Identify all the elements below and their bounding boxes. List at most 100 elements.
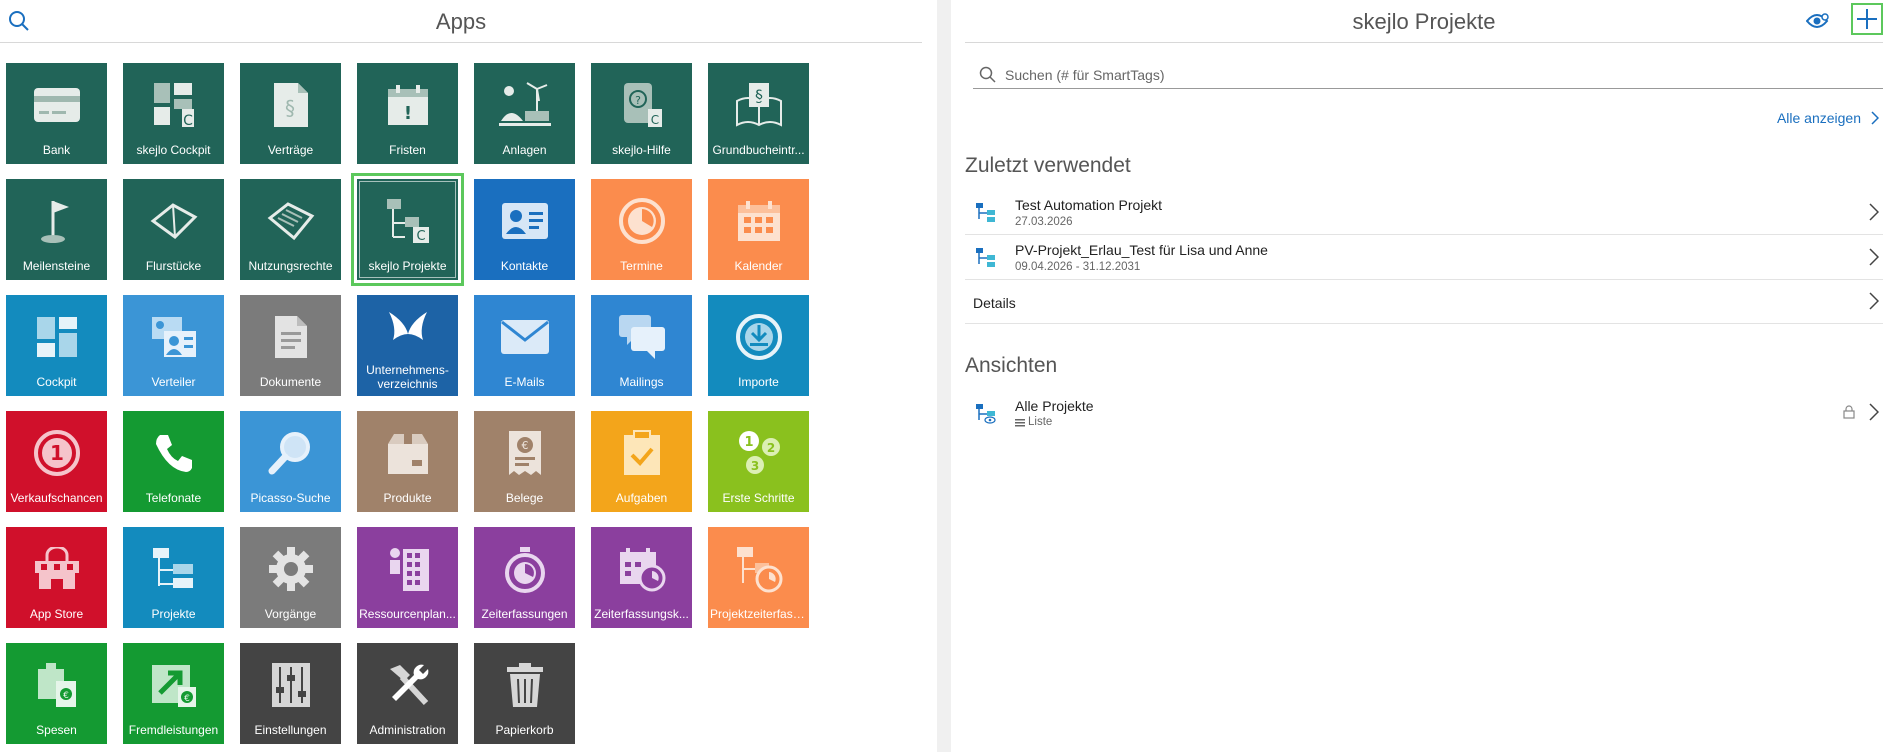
first-steps-icon: 1 23 [738, 431, 780, 474]
app-tile-unternehmensverzeichnis[interactable]: Unternehmens-verzeichnis [357, 295, 458, 396]
receipt-euro-icon: € [508, 431, 541, 475]
add-project-button[interactable] [1851, 3, 1883, 35]
app-tile-meilensteine[interactable]: Meilensteine [6, 179, 107, 280]
company-directory-icon [388, 312, 427, 340]
app-tile-app-store[interactable]: App Store [6, 527, 107, 628]
app-tile-dokumente[interactable]: Dokumente [240, 295, 341, 396]
app-tile-label: Kalender [734, 259, 783, 273]
trash-icon [506, 663, 543, 707]
distribution-list-icon [151, 317, 196, 357]
apps-title: Apps [435, 9, 487, 34]
app-tile-label: Zeiterfassungen [481, 607, 568, 621]
bank-card-icon [33, 88, 80, 122]
recent-item[interactable]: PV-Projekt_Erlau_Test für Lisa und Anne … [965, 234, 1883, 280]
app-tile-fristen[interactable]: ! Fristen [357, 63, 458, 164]
app-tile-kalender[interactable]: Kalender [708, 179, 809, 280]
recent-item-date: 09.04.2026 - 31.12.2031 [1015, 261, 1141, 273]
view-settings-button[interactable] [1805, 9, 1831, 33]
view-item[interactable]: Alle Projekte Liste [965, 390, 1883, 436]
app-tile-label: Importe [738, 375, 779, 389]
app-tile-label: Telefonate [145, 491, 202, 505]
eye-gear-icon [1806, 13, 1829, 28]
usage-rights-map-icon [267, 202, 314, 241]
app-tile-label: Grundbucheintr... [712, 143, 805, 157]
task-clipboard-icon [623, 430, 660, 475]
app-tile-ressourcenplan[interactable]: Ressourcenplan... [357, 527, 458, 628]
details-row[interactable]: Details [965, 279, 1883, 324]
import-download-icon [735, 314, 782, 360]
app-tile-importe[interactable]: Importe [708, 295, 809, 396]
app-tile-einstellungen[interactable]: Einstellungen [240, 643, 341, 744]
app-tile-vorgaenge[interactable]: Vorgänge [240, 527, 341, 628]
app-tile-belege[interactable]: € Belege [474, 411, 575, 512]
app-tile-bank[interactable]: Bank [6, 63, 107, 164]
view-item-type: Liste [1028, 416, 1053, 428]
views-section-title: Ansichten [965, 354, 1058, 377]
app-tile-label: Vorgänge [264, 607, 317, 621]
app-tile-label: Bank [42, 143, 71, 157]
magnifier-icon [268, 432, 310, 475]
contract-paragraph-icon: § [273, 83, 308, 127]
app-tile-label: Unternehmens-verzeichnis [366, 363, 449, 391]
show-all-link[interactable]: Alle anzeigen [1777, 110, 1879, 126]
contact-card-icon [501, 203, 548, 239]
svg-text:1: 1 [50, 441, 64, 465]
app-tile-label: Verteiler [151, 375, 196, 389]
svg-text:C: C [416, 229, 425, 244]
external-services-icon: € [151, 665, 196, 707]
app-tile-grundbuch[interactable]: § Grundbucheintr... [708, 63, 809, 164]
plus-icon [1857, 9, 1877, 29]
app-tile-label: Erste Schritte [722, 491, 795, 505]
svg-text:§: § [755, 86, 763, 105]
envelope-icon [500, 320, 549, 354]
mailing-chat-icon [618, 315, 665, 359]
app-tile-produkte[interactable]: Produkte [357, 411, 458, 512]
app-tile-anlagen[interactable]: Anlagen [474, 63, 575, 164]
app-tile-emails[interactable]: E-Mails [474, 295, 575, 396]
app-tile-verteiler[interactable]: Verteiler [123, 295, 224, 396]
app-tile-zeiterfassungen[interactable]: Zeiterfassungen [474, 527, 575, 628]
app-tile-label: skejlo Projekte [368, 259, 447, 273]
app-tile-label: Belege [505, 491, 544, 505]
recent-item[interactable]: Test Automation Projekt 27.03.2026 [965, 189, 1883, 235]
app-tile-skejlo-hilfe[interactable]: ? C skejlo-Hilfe [591, 63, 692, 164]
time-calendar-icon [619, 548, 665, 592]
app-tile-spesen[interactable]: € Spesen [6, 643, 107, 744]
search-input[interactable] [1003, 64, 1867, 86]
show-all-label: Alle anzeigen [1776, 110, 1861, 126]
app-tile-administration[interactable]: Administration [357, 643, 458, 744]
app-tile-telefonate[interactable]: Telefonate [123, 411, 224, 512]
svg-text:C: C [183, 113, 193, 129]
app-tile-cockpit[interactable]: Cockpit [6, 295, 107, 396]
app-tile-mailings[interactable]: Mailings [591, 295, 692, 396]
search-icon [979, 66, 996, 83]
app-tile-verkaufschancen[interactable]: 1 Verkaufschancen [6, 411, 107, 512]
app-tile-projektzeiterfassung[interactable]: Projektzeiterfass... [708, 527, 809, 628]
app-tile-picasso-suche[interactable]: Picasso-Suche [240, 411, 341, 512]
app-tile-skejlo-cockpit[interactable]: C skejlo Cockpit [123, 63, 224, 164]
apps-header: Apps [0, 0, 922, 43]
app-tile-zeiterfassungsk[interactable]: Zeiterfassungsk... [591, 527, 692, 628]
lock-icon [1843, 405, 1855, 419]
svg-text:?: ? [635, 94, 641, 107]
app-tile-skejlo-projekte[interactable]: C skejlo Projekte [351, 173, 464, 286]
app-tile-projekte[interactable]: Projekte [123, 527, 224, 628]
land-register-book-icon: § [735, 83, 782, 127]
app-tile-papierkorb[interactable]: Papierkorb [474, 643, 575, 744]
chevron-right-icon [1871, 111, 1879, 125]
svg-text:C: C [650, 113, 658, 127]
document-icon [274, 316, 307, 358]
sales-opportunity-icon: 1 [33, 430, 80, 476]
app-tile-fremdleistungen[interactable]: € Fremdleistungen [123, 643, 224, 744]
app-tile-vertraege[interactable]: § Verträge [240, 63, 341, 164]
app-tile-aufgaben[interactable]: Aufgaben [591, 411, 692, 512]
app-tile-flurstuecke[interactable]: Flurstücke [123, 179, 224, 280]
recent-item-date: 27.03.2026 [1015, 216, 1073, 228]
parcel-map-icon [150, 203, 197, 239]
page-title: skejlo Projekte [1352, 9, 1496, 34]
app-tile-termine[interactable]: Termine [591, 179, 692, 280]
app-tile-erste-schritte[interactable]: 123 Erste Schritte [708, 411, 809, 512]
app-tile-kontakte[interactable]: Kontakte [474, 179, 575, 280]
project-panel: skejlo Projekte Alle anzeigen Zuletzt ve… [951, 0, 1897, 752]
app-tile-nutzungsrechte[interactable]: Nutzungsrechte [240, 179, 341, 280]
